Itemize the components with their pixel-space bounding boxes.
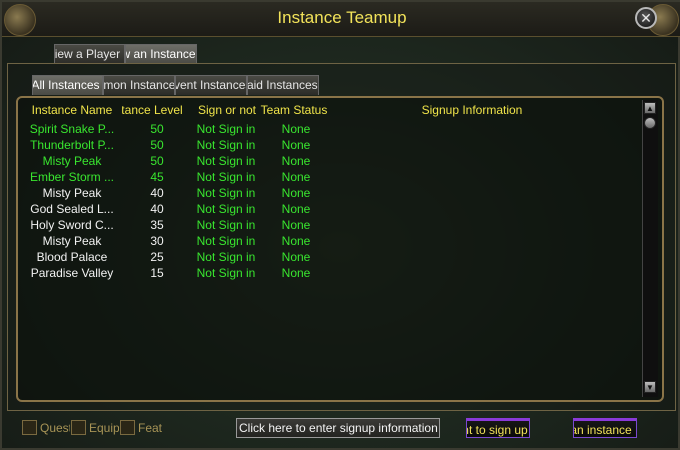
filter-quest-checkbox[interactable]	[22, 420, 37, 435]
table-row[interactable]: Spirit Snake P... 50 Not Sign in None	[2, 121, 642, 137]
row-name: Misty Peak	[42, 186, 102, 200]
row-status: None	[281, 186, 311, 200]
filter-feat-checkbox[interactable]	[120, 420, 135, 435]
table-row[interactable]: Holy Sword C... 35 Not Sign in None	[2, 217, 642, 233]
table-row[interactable]: Paradise Valley 15 Not Sign in None	[2, 265, 642, 281]
row-level: 45	[150, 170, 164, 184]
table-row[interactable]: Misty Peak 40 Not Sign in None	[2, 185, 642, 201]
row-level: 40	[150, 202, 164, 216]
tab-all-instances[interactable]: All Instances	[32, 75, 103, 95]
want-to-sign-button[interactable]: I want to sign up	[466, 418, 530, 438]
filter-quest-label: Quest	[40, 421, 70, 435]
row-name: Spirit Snake P...	[29, 122, 115, 136]
row-status: None	[281, 154, 311, 168]
row-sign: Not Sign in	[196, 202, 256, 216]
column-header-instance-level[interactable]: Instance Level	[122, 103, 194, 117]
row-name: Holy Sword C...	[30, 218, 114, 232]
title-bar[interactable]: Instance Teamup ✕	[2, 2, 680, 37]
row-status: None	[281, 202, 311, 216]
row-name: Ember Storm ...	[29, 170, 115, 184]
row-sign: Not Sign in	[196, 154, 256, 168]
column-header-sign-or-not[interactable]: Sign or not	[194, 103, 260, 117]
tab-common-instances[interactable]: Common Instances	[103, 75, 175, 95]
row-sign: Not Sign in	[196, 170, 256, 184]
table-row[interactable]: Thunderbolt P... 50 Not Sign in None	[2, 137, 642, 153]
row-status: None	[281, 138, 311, 152]
row-name: Misty Peak	[42, 234, 102, 248]
arrow-up-icon: ▲	[646, 104, 654, 113]
row-name: Thunderbolt P...	[30, 138, 114, 152]
row-sign: Not Sign in	[196, 234, 256, 248]
row-level: 30	[150, 234, 164, 248]
filter-equip-label: Equip	[89, 421, 119, 435]
row-status: None	[281, 122, 311, 136]
row-status: None	[281, 266, 311, 280]
row-level: 50	[150, 122, 164, 136]
scroll-up-button[interactable]: ▲	[644, 102, 656, 114]
row-level: 50	[150, 138, 164, 152]
column-header-signup-information[interactable]: Signup Information	[372, 103, 572, 117]
row-sign: Not Sign in	[196, 122, 256, 136]
tab-view-an-instance[interactable]: View an Instance	[125, 44, 197, 64]
arrow-down-icon: ▼	[646, 383, 654, 392]
row-level: 40	[150, 186, 164, 200]
scroll-down-button[interactable]: ▼	[644, 381, 656, 393]
row-sign: Not Sign in	[196, 218, 256, 232]
row-sign: Not Sign in	[196, 250, 256, 264]
row-name: Paradise Valley	[30, 266, 114, 280]
row-level: 35	[150, 218, 164, 232]
tab-event-instances[interactable]: Event Instances	[175, 75, 247, 95]
close-icon: ✕	[640, 10, 652, 26]
close-button[interactable]: ✕	[635, 7, 657, 29]
table-row[interactable]: Ember Storm ... 45 Not Sign in None	[2, 169, 642, 185]
row-sign: Not Sign in	[196, 266, 256, 280]
row-level: 50	[150, 154, 164, 168]
table-row[interactable]: God Sealed L... 40 Not Sign in None	[2, 201, 642, 217]
instance-teamup-window: Instance Teamup ✕ View a Player View an …	[0, 0, 680, 450]
row-name: Misty Peak	[42, 154, 102, 168]
tab-view-a-player[interactable]: View a Player	[54, 44, 125, 64]
window-title: Instance Teamup	[277, 8, 407, 27]
table-row[interactable]: Misty Peak 30 Not Sign in None	[2, 233, 642, 249]
row-name: Blood Palace	[36, 250, 108, 264]
row-name: God Sealed L...	[30, 202, 114, 216]
row-sign: Not Sign in	[196, 138, 256, 152]
column-header-instance-name[interactable]: Instance Name	[20, 103, 124, 117]
enter-instance-button[interactable]: Enter an instance	[573, 418, 637, 438]
table-row[interactable]: Misty Peak 50 Not Sign in None	[2, 153, 642, 169]
row-sign: Not Sign in	[196, 186, 256, 200]
table-row[interactable]: Blood Palace 25 Not Sign in None	[2, 249, 642, 265]
row-status: None	[281, 170, 311, 184]
row-status: None	[281, 250, 311, 264]
scroll-thumb[interactable]	[644, 117, 656, 129]
filter-equip-checkbox[interactable]	[71, 420, 86, 435]
row-level: 25	[150, 250, 164, 264]
signup-info-button[interactable]: Click here to enter signup information	[236, 418, 440, 438]
row-level: 15	[150, 266, 164, 280]
column-header-team-status[interactable]: Team Status	[260, 103, 336, 117]
list-scrollbar[interactable]: ▲ ▼	[642, 100, 658, 397]
filter-feat-label: Feat	[138, 421, 163, 435]
row-status: None	[281, 234, 311, 248]
tab-raid-instances[interactable]: Raid Instances	[247, 75, 319, 95]
row-status: None	[281, 218, 311, 232]
